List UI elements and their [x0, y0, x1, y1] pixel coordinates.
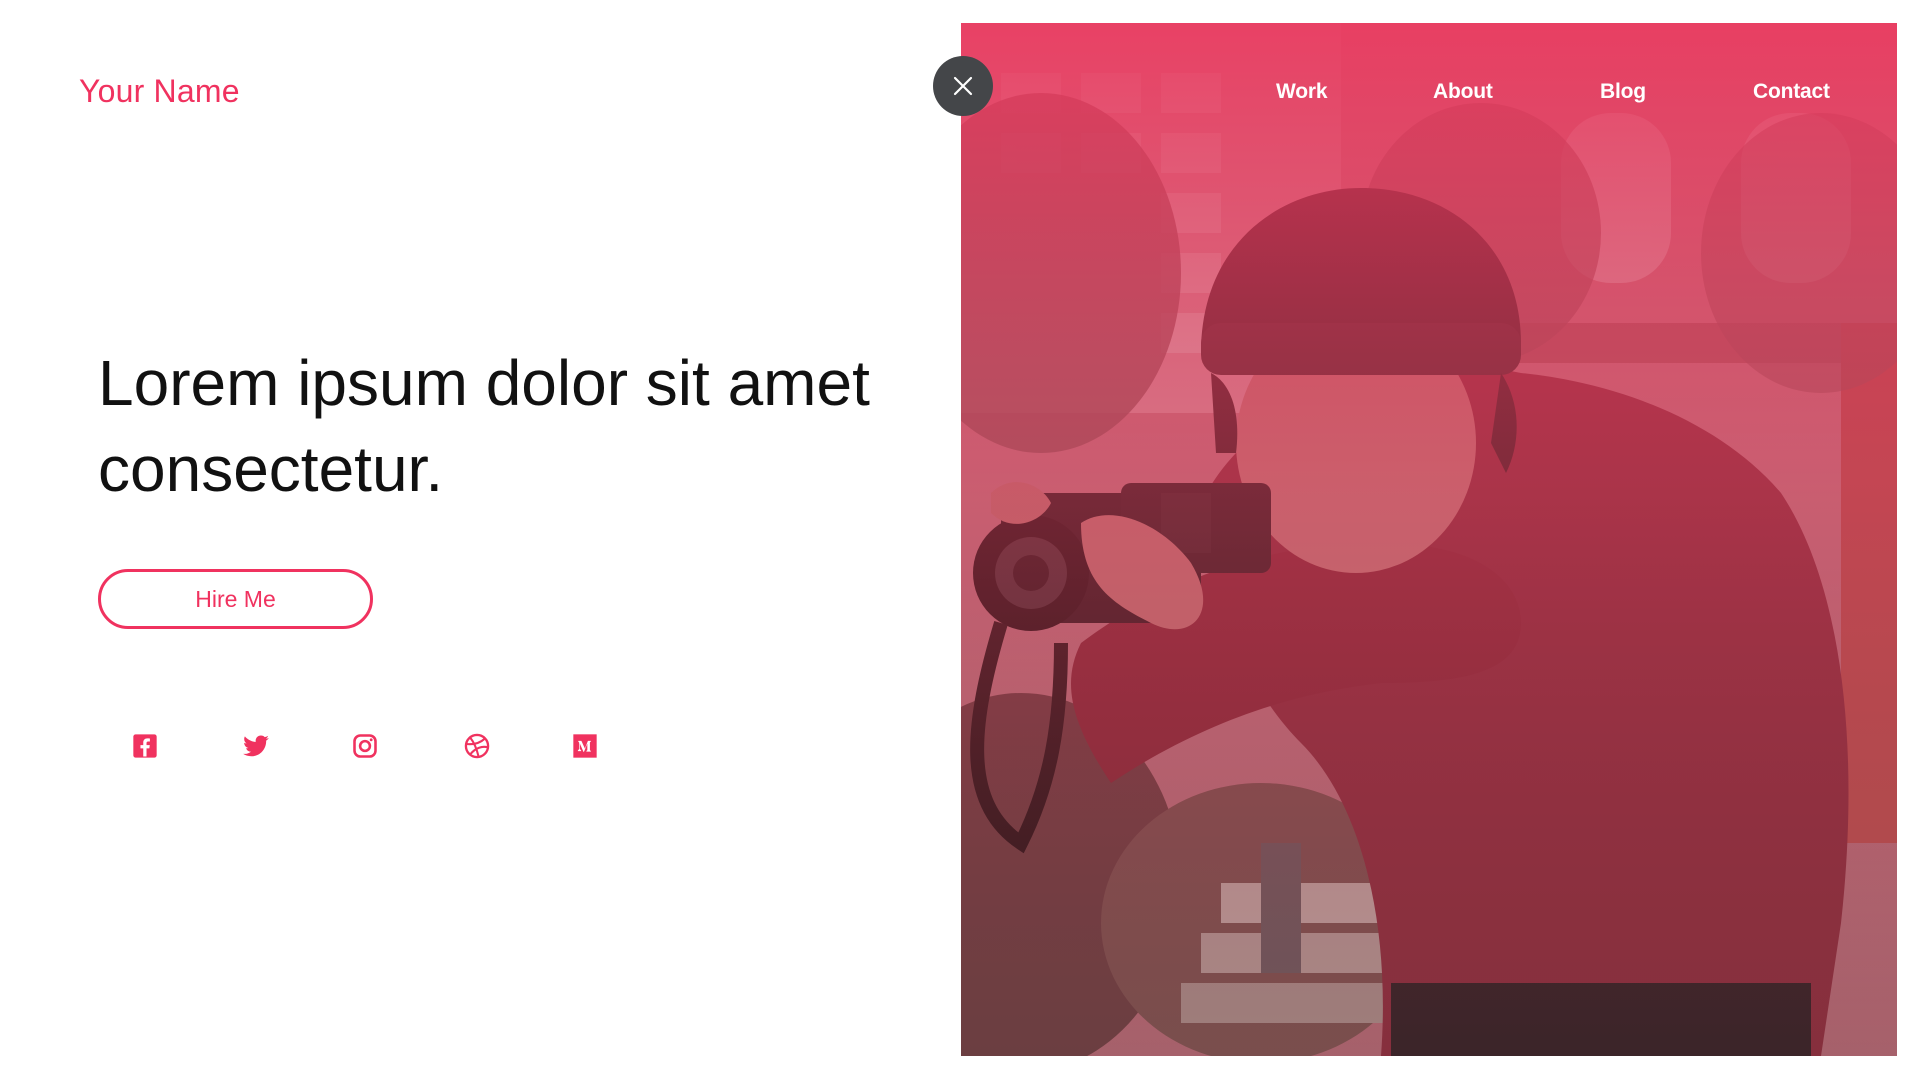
nav-item-contact[interactable]: Contact — [1753, 76, 1830, 108]
twitter-link[interactable] — [239, 729, 273, 763]
nav-item-about[interactable]: About — [1433, 76, 1493, 108]
hire-me-button[interactable]: Hire Me — [98, 569, 373, 629]
hero-headline: Lorem ipsum dolor sit amet consectetur. — [98, 347, 870, 505]
hero-image — [961, 23, 1897, 1056]
close-icon — [953, 76, 973, 96]
facebook-link[interactable] — [128, 729, 162, 763]
instagram-link[interactable] — [348, 729, 382, 763]
medium-link[interactable] — [568, 729, 602, 763]
dribbble-link[interactable] — [460, 729, 494, 763]
photographer-photo — [961, 23, 1897, 1056]
instagram-icon — [353, 734, 377, 758]
nav-item-blog[interactable]: Blog — [1600, 76, 1646, 108]
medium-icon — [573, 734, 597, 758]
close-menu-button[interactable] — [933, 56, 993, 116]
facebook-icon — [133, 734, 157, 758]
nav-item-work[interactable]: Work — [1276, 76, 1328, 108]
page: Your Name Lorem ipsum dolor sit amet con… — [0, 0, 1910, 1079]
dribbble-icon — [464, 733, 490, 759]
social-links — [0, 729, 700, 769]
twitter-icon — [243, 735, 269, 757]
